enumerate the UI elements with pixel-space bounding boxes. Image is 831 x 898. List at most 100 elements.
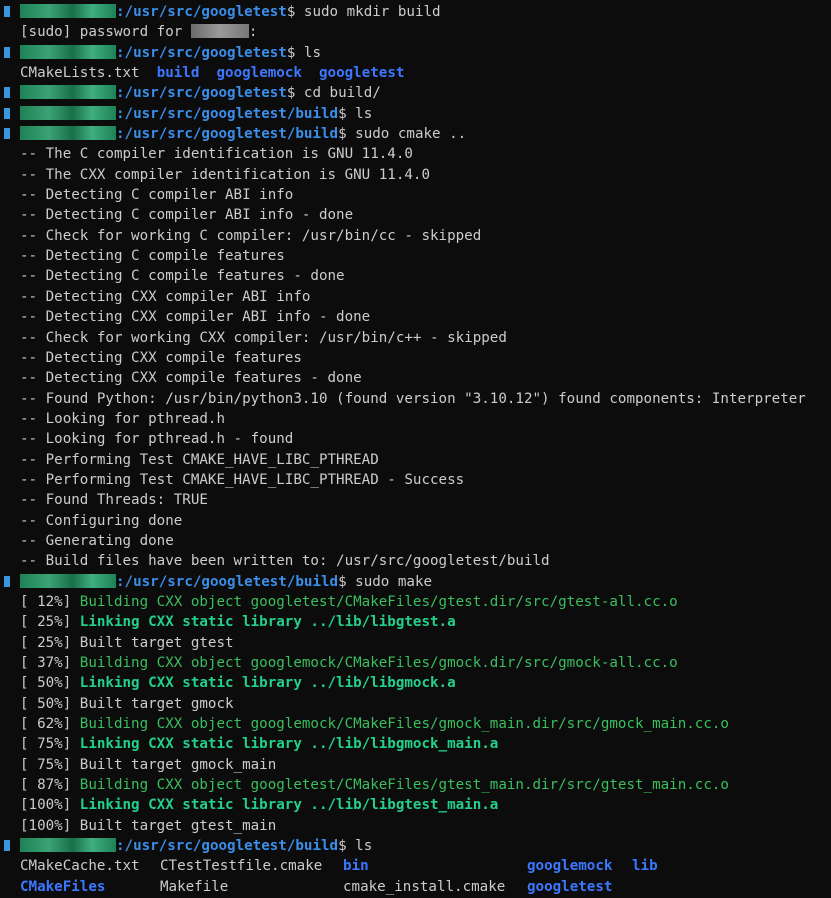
ls-entry-dir: googletest [527,878,613,895]
sudo-colon: : [248,24,258,41]
output-text: -- Looking for pthread.h - found [20,431,294,448]
cmake-output-line: -- Detecting CXX compile features [4,348,831,368]
make-output-line: [ 25%] Built target gtest [4,633,831,653]
redacted-username [20,838,116,853]
make-output-line: [ 75%] Linking CXX static library ../lib… [4,734,831,754]
make-output-line: [ 87%] Building CXX object googletest/CM… [4,775,831,795]
make-step-text: Built target gmock_main [79,756,277,773]
sudo-password-prompt: [sudo] password for : [4,22,831,42]
prompt-path: :/usr/src/googletest [116,85,287,102]
output-text: -- The C compiler identification is GNU … [20,146,413,163]
ls-entry-dir: googlemock [527,858,613,875]
command-marker-icon [4,107,10,119]
make-progress: [ 75%] [20,736,80,753]
make-output-line: [ 50%] Linking CXX static library ../lib… [4,673,831,693]
cmake-output-line: -- Performing Test CMAKE_HAVE_LIBC_PTHRE… [4,450,831,470]
cmake-output-line: -- Found Python: /usr/bin/python3.10 (fo… [4,389,831,409]
output-text: -- Detecting CXX compiler ABI info [20,288,311,305]
make-progress: [100%] [20,817,80,834]
cmake-output-line: -- Check for working CXX compiler: /usr/… [4,328,831,348]
command-text: $ ls [286,44,322,61]
cmake-output-line: -- Detecting C compiler ABI info [4,185,831,205]
cmake-output-line: -- Detecting CXX compile features - done [4,368,831,388]
make-step-text: Linking CXX static library ../lib/libgmo… [79,736,499,753]
make-output-line: [ 25%] Linking CXX static library ../lib… [4,612,831,632]
make-progress: [ 75%] [20,756,80,773]
make-output-line: [ 50%] Built target gmock [4,694,831,714]
make-step-text: Linking CXX static library ../lib/libgte… [79,797,499,814]
ls-output: CMakeCache.txt CTestTestfile.cmake bin goog… [4,856,831,876]
cmake-output-line: -- Detecting CXX compiler ABI info [4,287,831,307]
output-text: -- Detecting C compile features - done [20,268,345,285]
make-progress: [ 12%] [20,593,80,610]
make-step-text: Built target gtest [79,634,234,651]
command-marker-icon [4,128,10,140]
ls-entry-file: Makefile [160,878,229,895]
ls-entry-dir: CMakeFiles [20,878,106,895]
prompt-path: :/usr/src/googletest [116,44,287,61]
make-step-text: Built target gmock [79,695,234,712]
make-step-text: Linking CXX static library ../lib/libgte… [79,614,456,631]
command-text: $ sudo mkdir build [286,4,441,20]
command-text: $ sudo make [338,573,433,590]
redacted-username [20,573,116,588]
make-output-line: [ 75%] Built target gmock_main [4,755,831,775]
output-text: -- Found Threads: TRUE [20,492,208,509]
prompt-path: :/usr/src/googletest/build [116,573,339,590]
output-text: -- Configuring done [20,512,183,529]
ls-output: CMakeFiles Makefile cmake_install.cmake goo… [4,877,831,897]
prompt-path: :/usr/src/googletest/build [116,105,339,122]
redacted-username [20,4,116,18]
make-output-line: [100%] Linking CXX static library ../lib… [4,795,831,815]
cmake-output-line: -- The C compiler identification is GNU … [4,144,831,164]
prompt-path: :/usr/src/googletest [116,4,287,20]
command-marker-icon [4,6,10,17]
sudo-text: [sudo] password for [20,24,191,41]
output-text: -- Detecting C compile features [20,248,285,265]
output-text: -- Performing Test CMAKE_HAVE_LIBC_PTHRE… [20,471,465,488]
command-text: $ ls [338,105,373,122]
output-text: -- Performing Test CMAKE_HAVE_LIBC_PTHRE… [20,451,379,468]
cmake-output-line: -- Check for working C compiler: /usr/bi… [4,226,831,246]
cmake-output-line: -- Detecting C compile features - done [4,266,831,286]
ls-entry-file: CMakeCache.txt [20,858,140,875]
command-text: $ cd build/ [286,85,381,102]
redacted-username [190,24,249,39]
output-text: -- Check for working CXX compiler: /usr/… [20,329,507,346]
make-output-line: [100%] Built target gtest_main [4,816,831,836]
make-progress: [ 87%] [20,777,80,794]
make-progress: [ 25%] [20,614,80,631]
output-text: -- Build files have been written to: /us… [20,553,550,570]
cmake-output-line: -- Detecting CXX compiler ABI info - don… [4,307,831,327]
command-text: $ sudo cmake .. [338,126,467,143]
make-output-line: [ 12%] Building CXX object googletest/CM… [4,592,831,612]
output-text: -- Detecting CXX compiler ABI info - don… [20,309,371,326]
terminal-window[interactable]: :/usr/src/googletest$ sudo mkdir build [s… [0,0,831,898]
cmake-output-line: -- Found Threads: TRUE [4,490,831,510]
cmake-output-line: -- Looking for pthread.h [4,409,831,429]
redacted-username [20,44,116,59]
command-marker-icon [4,87,10,99]
output-text: -- Detecting CXX compile features - done [20,370,362,387]
prompt-path: :/usr/src/googletest/build [116,126,339,143]
output-text: -- Generating done [20,532,174,549]
command-marker-icon [4,575,10,587]
make-step-text: Building CXX object googletest/CMakeFile… [79,593,678,610]
prompt-line: :/usr/src/googletest/build$ ls [4,104,831,124]
redacted-username [20,105,116,120]
ls-entry-dir: lib [632,858,658,875]
cmake-output-line: -- Configuring done [4,511,831,531]
make-output-line: [ 37%] Building CXX object googlemock/CM… [4,653,831,673]
command-marker-icon [4,46,10,58]
prompt-line: :/usr/src/googletest/build$ ls [4,836,831,856]
prompt-line: :/usr/src/googletest/build$ sudo make [4,572,831,592]
cmake-output-line: -- The CXX compiler identification is GN… [4,165,831,185]
cmake-output-line: -- Looking for pthread.h - found [4,429,831,449]
cmake-output-line: -- Performing Test CMAKE_HAVE_LIBC_PTHRE… [4,470,831,490]
output-text: -- Looking for pthread.h [20,410,225,427]
ls-output: CMakeLists.txt build googlemock googlete… [4,63,831,83]
make-progress: [ 25%] [20,634,80,651]
output-text: -- The CXX compiler identification is GN… [20,166,430,183]
make-step-text: Built target gtest_main [79,817,277,834]
ls-entry-dir: build [156,65,200,82]
